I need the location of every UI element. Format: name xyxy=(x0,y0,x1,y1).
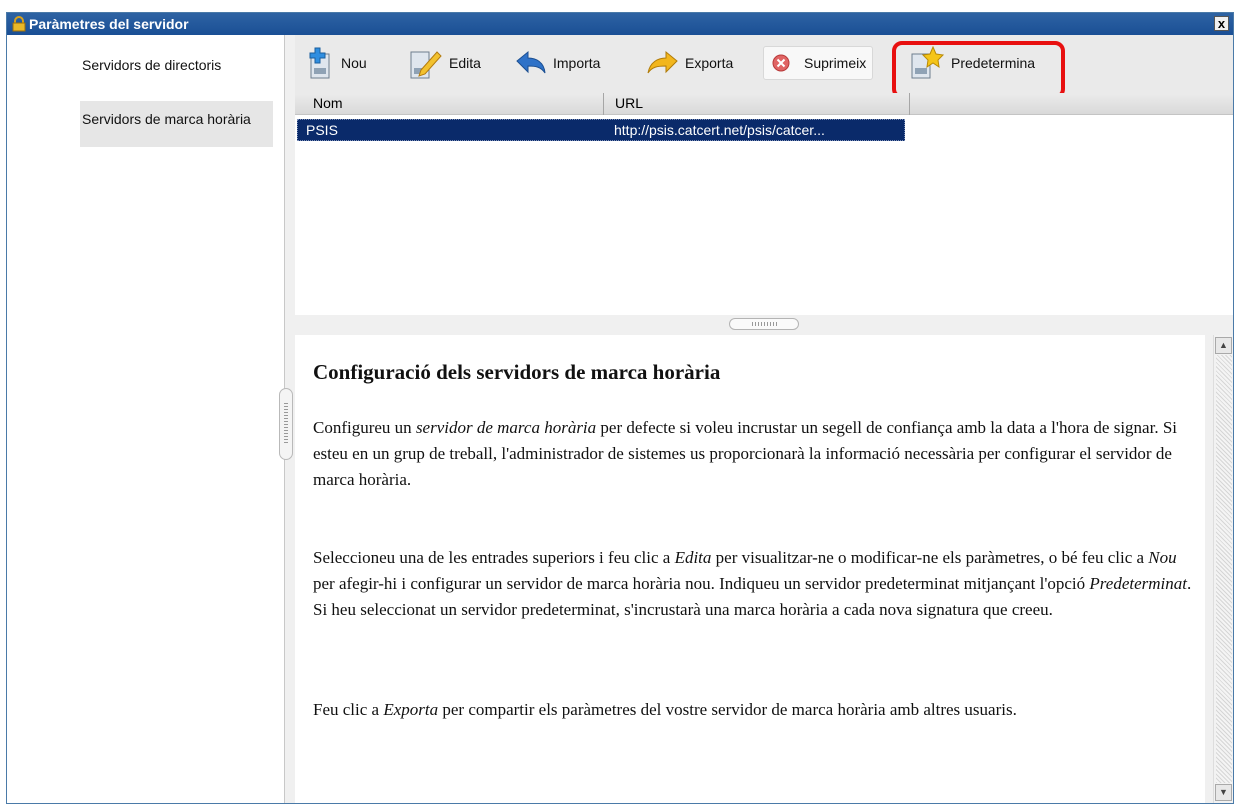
splitter-grip-icon[interactable] xyxy=(729,318,799,330)
help-paragraph-3: Feu clic a Exporta per compartir els par… xyxy=(313,700,1017,719)
list-header: Nom URL xyxy=(295,93,1233,115)
column-header-name[interactable]: Nom xyxy=(313,95,343,111)
edit-button-label: Edita xyxy=(449,55,481,71)
export-button[interactable]: Exporta xyxy=(645,45,733,81)
title-bar: Paràmetres del servidor x xyxy=(7,13,1233,35)
scroll-track[interactable] xyxy=(1216,355,1232,783)
new-server-icon xyxy=(309,47,330,79)
sidebar-item-timestamp-servers[interactable]: Servidors de marca horària xyxy=(80,101,273,147)
export-button-label: Exporta xyxy=(685,55,734,71)
delete-button[interactable]: Suprimeix xyxy=(763,46,874,80)
column-header-url[interactable]: URL xyxy=(615,95,643,111)
scroll-down-button[interactable]: ▼ xyxy=(1215,784,1232,801)
edit-pencil-icon xyxy=(410,51,442,79)
import-arrow-icon xyxy=(516,50,546,74)
new-button-label: Nou xyxy=(341,55,367,71)
window-title: Paràmetres del servidor xyxy=(29,16,189,32)
sidebar-item-directory-servers[interactable]: Servidors de directoris xyxy=(80,47,273,93)
table-row[interactable]: PSIS http://psis.catcert.net/psis/catcer… xyxy=(297,119,905,141)
help-paragraph-1: Configureu un servidor de marca horària … xyxy=(313,418,1177,489)
server-list[interactable]: Nom URL PSIS http://psis.catcert.net/psi… xyxy=(295,93,1233,315)
horizontal-splitter[interactable] xyxy=(295,315,1233,335)
delete-button-label: Suprimeix xyxy=(804,55,867,71)
main-panel: Nou Edita Importa Exporta Suprimeix Pred… xyxy=(295,35,1233,803)
import-button[interactable]: Importa xyxy=(515,45,600,81)
toolbar: Nou Edita Importa Exporta Suprimeix Pred… xyxy=(295,35,1233,93)
scroll-up-button[interactable]: ▲ xyxy=(1215,337,1232,354)
help-heading: Configuració dels servidors de marca hor… xyxy=(313,360,721,384)
help-paragraph-2: Seleccioneu una de les entrades superior… xyxy=(313,548,1192,619)
sidebar: Servidors de directoris Servidors de mar… xyxy=(7,35,285,803)
help-pane: Configuració dels servidors de marca hor… xyxy=(295,335,1205,803)
delete-icon xyxy=(772,54,790,72)
set-default-star-icon xyxy=(911,46,945,79)
edit-button[interactable]: Edita xyxy=(407,45,481,81)
row-name-cell: PSIS xyxy=(306,122,338,138)
close-button[interactable]: x xyxy=(1214,16,1229,31)
row-url-cell: http://psis.catcert.net/psis/catcer... xyxy=(614,122,825,138)
export-arrow-icon xyxy=(647,50,678,74)
sidebar-item-label: Servidors de marca horària xyxy=(82,111,251,127)
help-scrollbar[interactable]: ▲ ▼ xyxy=(1213,335,1233,803)
set-default-button-label: Predetermina xyxy=(951,55,1036,71)
set-default-button[interactable]: Predetermina xyxy=(909,45,1035,81)
vertical-splitter-handle[interactable] xyxy=(279,388,293,460)
sidebar-item-label: Servidors de directoris xyxy=(82,57,222,73)
import-button-label: Importa xyxy=(553,55,601,71)
server-settings-window: Paràmetres del servidor x Servidors de d… xyxy=(6,12,1234,804)
lock-icon xyxy=(12,16,26,32)
new-button[interactable]: Nou xyxy=(305,45,367,81)
